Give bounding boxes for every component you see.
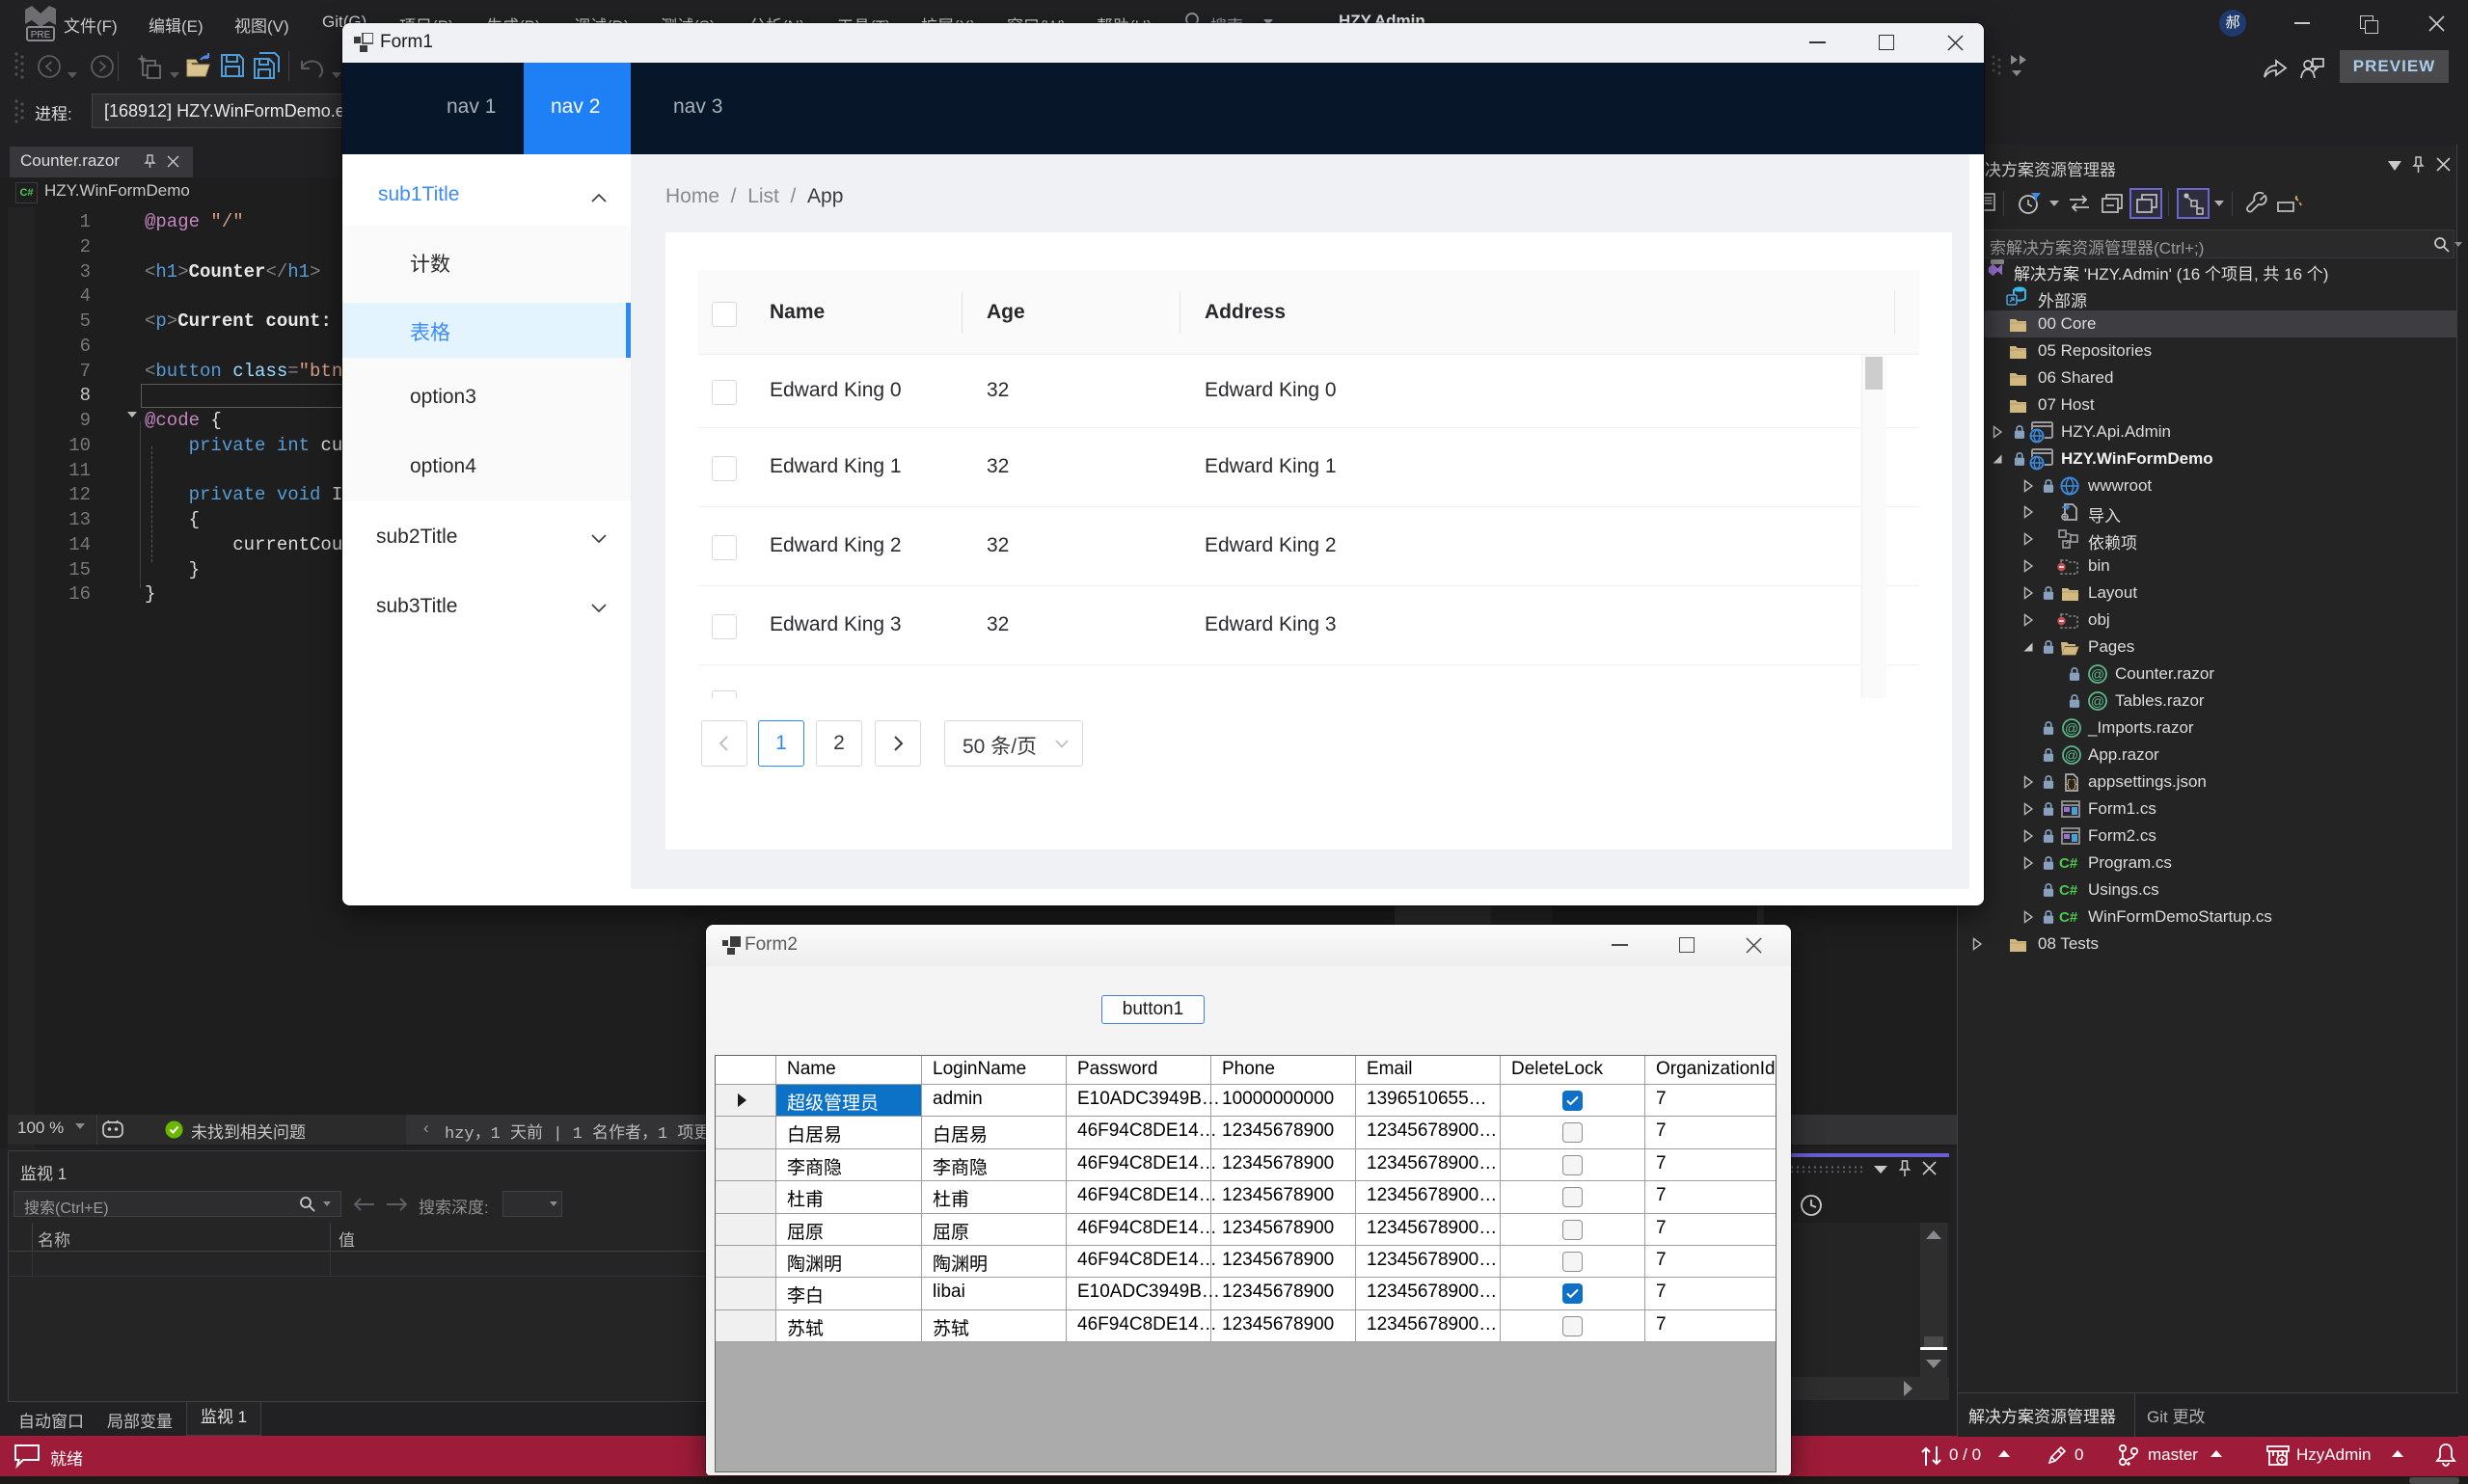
svg-text:PRE: PRE bbox=[31, 30, 51, 40]
svg-text:{}: {} bbox=[2065, 779, 2077, 791]
svg-text:@: @ bbox=[2091, 693, 2104, 709]
svg-text:@: @ bbox=[2065, 720, 2078, 736]
svg-text:@: @ bbox=[2065, 747, 2078, 763]
svg-text:@: @ bbox=[2091, 666, 2104, 682]
